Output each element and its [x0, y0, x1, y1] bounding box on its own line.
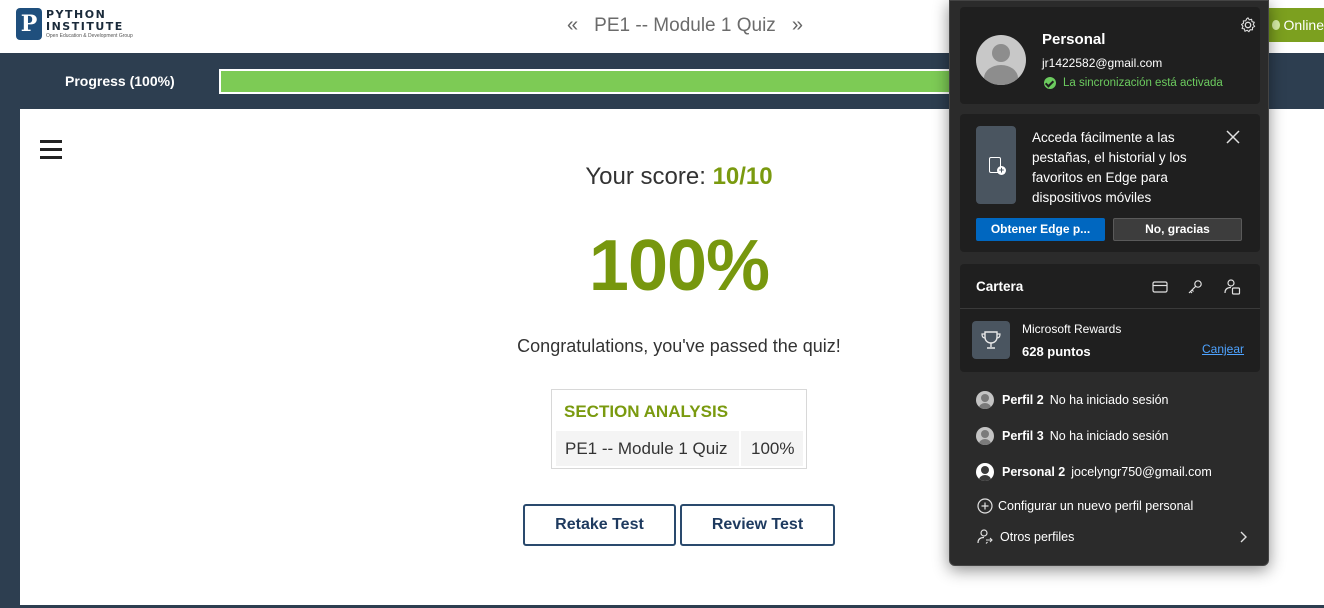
- avatar-icon: [976, 391, 994, 409]
- wallet-title[interactable]: Cartera: [976, 279, 1023, 294]
- next-arrow-icon[interactable]: »: [792, 14, 803, 37]
- review-test-button[interactable]: Review Test: [680, 504, 835, 546]
- online-dot-icon: [1272, 20, 1280, 30]
- profile-email: jr1422582@gmail.com: [1042, 56, 1163, 70]
- wallet-card: Cartera Microsoft Rewards 628 puntos Can…: [960, 264, 1260, 372]
- profile-row-perfil-3[interactable]: Perfil 3 No ha iniciado sesión: [950, 421, 1268, 451]
- logo-line-2: INSTITUTE: [46, 20, 124, 33]
- previous-arrow-icon[interactable]: «: [567, 14, 578, 37]
- logo-tagline: Open Education & Development Group: [46, 33, 133, 39]
- key-icon[interactable]: [1186, 278, 1204, 296]
- add-profile-row[interactable]: Configurar un nuevo perfil personal: [950, 491, 1268, 521]
- chevron-right-icon: [1240, 531, 1247, 543]
- sync-status-text: La sincronización está activada: [1063, 77, 1223, 89]
- section-row-percent: 100%: [741, 431, 803, 466]
- other-profiles-label: Otros perfiles: [1000, 530, 1075, 544]
- current-profile-card: Personal jr1422582@gmail.com La sincroni…: [960, 7, 1260, 104]
- rewards-points: 628 puntos: [1022, 344, 1091, 359]
- no-thanks-button[interactable]: No, gracias: [1113, 218, 1242, 241]
- profile-row-status: jocelyngr750@gmail.com: [1071, 465, 1212, 479]
- profile-row-perfil-2[interactable]: Perfil 2 No ha iniciado sesión: [950, 385, 1268, 415]
- card-icon[interactable]: [1151, 278, 1169, 296]
- profile-row-name: Personal 2: [1002, 465, 1066, 479]
- score-value: 10/10: [712, 163, 773, 190]
- add-circle-icon: [977, 498, 993, 514]
- settings-gear-icon[interactable]: [1239, 16, 1257, 34]
- sync-check-icon: [1044, 77, 1056, 89]
- profile-row-status: No ha iniciado sesión: [1049, 393, 1169, 407]
- trophy-icon: [972, 321, 1010, 359]
- wallet-divider: [960, 308, 1260, 309]
- logo-line-1: PYTHON: [46, 8, 107, 21]
- add-profile-label: Configurar un nuevo perfil personal: [998, 499, 1194, 513]
- logo-p-icon: P: [16, 8, 42, 40]
- person-badge-icon[interactable]: [1223, 278, 1241, 296]
- avatar-icon: [976, 427, 994, 445]
- retake-test-button[interactable]: Retake Test: [523, 504, 676, 546]
- phone-add-icon: +: [976, 126, 1016, 204]
- profile-row-personal-2[interactable]: Personal 2 jocelyngr750@gmail.com: [950, 457, 1268, 487]
- redeem-link[interactable]: Canjear: [1202, 342, 1244, 356]
- person-switch-icon: [977, 529, 993, 544]
- section-analysis-table: SECTION ANALYSIS PE1 -- Module 1 Quiz 10…: [551, 389, 807, 469]
- python-institute-logo[interactable]: P PYTHON INSTITUTE Open Education & Deve…: [16, 8, 133, 40]
- profile-avatar[interactable]: [976, 35, 1026, 85]
- logo-text: PYTHON INSTITUTE Open Education & Develo…: [46, 9, 133, 39]
- score-percent: 100%: [588, 226, 770, 306]
- profile-row-status: No ha iniciado sesión: [1049, 429, 1169, 443]
- progress-label: Progress (100%): [65, 73, 175, 89]
- edge-profile-flyout: Personal jr1422582@gmail.com La sincroni…: [949, 0, 1269, 566]
- profile-row-name: Perfil 2: [1002, 393, 1044, 407]
- profile-name: Personal: [1042, 31, 1106, 48]
- congrats-message: Congratulations, you've passed the quiz!: [517, 336, 841, 356]
- page-title: PE1 -- Module 1 Quiz: [594, 14, 776, 36]
- score-label: Your score:: [585, 163, 713, 190]
- quiz-title-nav: « PE1 -- Module 1 Quiz »: [560, 14, 810, 37]
- score-line: Your score: 10/10: [480, 163, 878, 191]
- progress-bar: [219, 69, 979, 94]
- avatar-icon: [976, 463, 994, 481]
- progress-bar-fill: [221, 71, 977, 92]
- rewards-name: Microsoft Rewards: [1022, 322, 1122, 336]
- profile-row-name: Perfil 3: [1002, 429, 1044, 443]
- promo-text: Acceda fácilmente a las pestañas, el his…: [1032, 130, 1187, 205]
- mobile-promo-card: + Acceda fácilmente a las pestañas, el h…: [960, 114, 1260, 252]
- other-profiles-row[interactable]: Otros perfiles: [950, 522, 1268, 552]
- get-edge-mobile-button[interactable]: Obtener Edge p...: [976, 218, 1105, 241]
- hamburger-menu-icon[interactable]: [40, 140, 62, 160]
- online-label: Online: [1283, 17, 1324, 33]
- close-icon[interactable]: [1226, 130, 1240, 144]
- online-status-badge[interactable]: Online: [1266, 8, 1324, 42]
- section-analysis-title: SECTION ANALYSIS: [564, 402, 729, 421]
- section-row-name: PE1 -- Module 1 Quiz: [556, 431, 739, 466]
- sync-status: La sincronización está activada: [1044, 77, 1223, 89]
